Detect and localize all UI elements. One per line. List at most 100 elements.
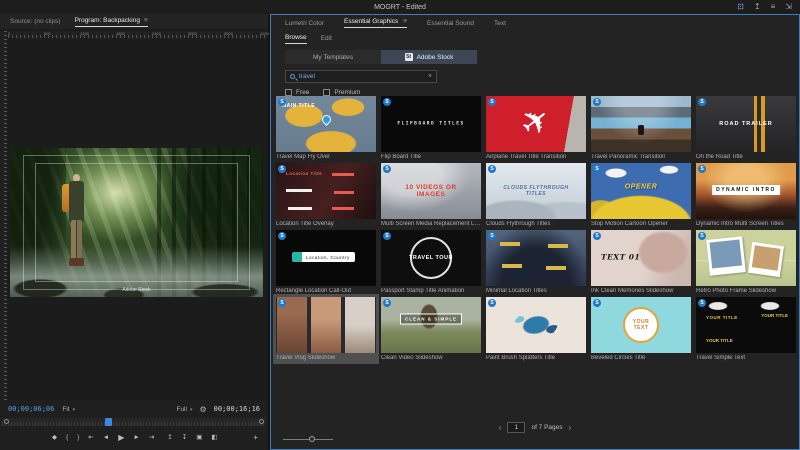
- button-editor-icon[interactable]: +: [253, 433, 258, 442]
- current-timecode[interactable]: 00;00;06;06: [8, 405, 54, 413]
- checkbox-icon[interactable]: [285, 89, 292, 96]
- template-title: Retro Photo Frame Slideshow: [696, 288, 796, 294]
- template-art-text: MAIN TITLE: [282, 103, 315, 109]
- template-thumbnail[interactable]: S: [276, 297, 376, 353]
- monitor-controls: 00;00;06;06 Fit▾ Full▾ ⚙ 00;00;16;16 ◆{}…: [0, 400, 268, 450]
- template-thumbnail[interactable]: S: [486, 96, 586, 152]
- template-item[interactable]: STEXT 01Ink Clean Memories Slideshow: [591, 230, 691, 294]
- playhead[interactable]: [105, 418, 112, 426]
- template-thumbnail[interactable]: SYOUR TITLE: [696, 297, 796, 353]
- template-thumbnail[interactable]: S: [696, 230, 796, 286]
- tab-browse[interactable]: Browse: [285, 34, 307, 44]
- template-thumbnail[interactable]: S: [486, 230, 586, 286]
- extract-icon[interactable]: ↧: [182, 433, 187, 441]
- template-title: On the Road Title: [696, 154, 796, 160]
- panel-tab-lumetri-color[interactable]: Lumetri Color: [285, 20, 324, 27]
- template-item[interactable]: SLocation TitleLocation Title Overlay: [276, 163, 376, 227]
- template-thumbnail[interactable]: SROAD TRAILER: [696, 96, 796, 152]
- template-thumbnail[interactable]: SLocation, Country: [276, 230, 376, 286]
- list-icon[interactable]: ≡: [771, 0, 776, 14]
- template-art-text: CLEAN & SIMPLE: [400, 314, 462, 325]
- template-thumbnail[interactable]: STEXT 01: [591, 230, 691, 286]
- fullscreen-icon[interactable]: ⇲: [785, 0, 792, 14]
- monitor-tab-0[interactable]: Source: (no clips): [10, 18, 61, 25]
- slider-handle[interactable]: [309, 436, 315, 442]
- free-filter-checkbox[interactable]: Free: [285, 89, 309, 96]
- thumbnail-size-slider[interactable]: [283, 436, 333, 443]
- playback-resolution-dropdown[interactable]: Full▾: [176, 406, 192, 413]
- tab-edit[interactable]: Edit: [321, 35, 332, 42]
- checkbox-icon[interactable]: [323, 89, 330, 96]
- export-frame-icon[interactable]: ▣: [196, 433, 202, 441]
- clear-search-icon[interactable]: ×: [428, 73, 432, 80]
- step-back-icon[interactable]: ◄: [103, 434, 109, 441]
- my-templates-button[interactable]: My Templates: [285, 50, 381, 64]
- template-thumbnail[interactable]: SMAIN TITLE: [276, 96, 376, 152]
- template-item[interactable]: SFLIPBOARD TITLESFlip Board Title: [381, 96, 481, 160]
- template-thumbnail[interactable]: S10 VIDEOS OR IMAGES: [381, 163, 481, 219]
- premium-filter-checkbox[interactable]: Premium: [323, 89, 360, 96]
- template-thumbnail[interactable]: SLocation Title: [276, 163, 376, 219]
- template-item[interactable]: SCLOUDS FLYTHROUGH TITLESClouds Flythrou…: [486, 163, 586, 227]
- transport-controls: ◆ {} ⇤ ◄ ▶ ► ⇥ ↥ ↧ ▣ ◧ +: [0, 426, 268, 448]
- template-thumbnail[interactable]: STRAVEL TOUR: [381, 230, 481, 286]
- panel-menu-icon[interactable]: ≡: [403, 18, 407, 25]
- template-thumbnail[interactable]: SCLOUDS FLYTHROUGH TITLES: [486, 163, 586, 219]
- template-thumbnail[interactable]: S: [486, 297, 586, 353]
- template-item[interactable]: SMAIN TITLETravel Map Fly Over: [276, 96, 376, 160]
- go-to-in-icon[interactable]: ⇤: [88, 433, 93, 441]
- template-item[interactable]: SYOUR TITLETravel Simple Text: [696, 297, 796, 361]
- template-item[interactable]: SYOUR TEXT Beveled Circles Title: [591, 297, 691, 361]
- adobe-stock-badge: S: [488, 165, 496, 173]
- template-item[interactable]: S Retro Photo Frame Slideshow: [696, 230, 796, 294]
- panel-menu-icon[interactable]: ≡: [144, 17, 148, 24]
- mark-in-icon[interactable]: {: [66, 434, 68, 441]
- template-thumbnail[interactable]: SOPENER: [591, 163, 691, 219]
- add-marker-icon[interactable]: ◆: [52, 433, 57, 441]
- search-input[interactable]: travel ×: [285, 70, 437, 83]
- lift-icon[interactable]: ↥: [167, 433, 172, 441]
- template-item[interactable]: SAirplane Travel Title Transition: [486, 96, 586, 160]
- adobe-stock-button[interactable]: StAdobe Stock: [381, 50, 477, 64]
- next-page-icon[interactable]: ›: [569, 423, 572, 432]
- template-thumbnail[interactable]: SCLEAN & SIMPLE: [381, 297, 481, 353]
- template-item[interactable]: STravel Vlog Slideshow: [276, 297, 376, 361]
- quick-export-icon[interactable]: ↥: [754, 0, 761, 14]
- template-item[interactable]: SCLEAN & SIMPLEClean Video Slideshow: [381, 297, 481, 361]
- template-art-text: YOUR TITLE: [706, 315, 738, 320]
- mark-out-icon[interactable]: }: [77, 434, 79, 441]
- monitor-tab-1[interactable]: Program: Backpacking≡: [75, 17, 148, 27]
- timeline-scrubber[interactable]: [2, 418, 266, 426]
- go-to-out-icon[interactable]: ⇥: [149, 433, 154, 441]
- program-monitor-panel: Source: (no clips)Program: Backpacking≡ …: [0, 14, 268, 450]
- settings-wrench-icon[interactable]: ⚙: [199, 405, 206, 414]
- template-item[interactable]: STRAVEL TOURPassport Stamp Title Animati…: [381, 230, 481, 294]
- search-value[interactable]: travel: [299, 73, 424, 80]
- template-item[interactable]: SLocation, CountryRectangle Location Cal…: [276, 230, 376, 294]
- template-title: Multi Screen Media Replacement Light Lea…: [381, 221, 481, 227]
- panel-tab-text[interactable]: Text: [494, 20, 506, 27]
- template-thumbnail[interactable]: S: [591, 96, 691, 152]
- prev-page-icon[interactable]: ‹: [499, 423, 502, 432]
- panel-tab-essential-sound[interactable]: Essential Sound: [427, 20, 474, 27]
- page-number-input[interactable]: 1: [507, 422, 525, 433]
- template-item[interactable]: SROAD TRAILER On the Road Title: [696, 96, 796, 160]
- template-item[interactable]: S10 VIDEOS OR IMAGES Multi Screen Media R…: [381, 163, 481, 227]
- template-item[interactable]: SPaint Brush Splatters Title: [486, 297, 586, 361]
- step-forward-icon[interactable]: ►: [133, 434, 139, 441]
- template-title: Beveled Circles Title: [591, 355, 691, 361]
- comparison-view-icon[interactable]: ◧: [211, 433, 217, 441]
- title-safe-margin: [35, 163, 237, 282]
- template-item[interactable]: SDYNAMIC INTRODynamic Intro Multi Screen…: [696, 163, 796, 227]
- program-video-preview[interactable]: Adobe Stock: [10, 148, 263, 297]
- template-thumbnail[interactable]: SFLIPBOARD TITLES: [381, 96, 481, 152]
- play-icon[interactable]: ▶: [118, 433, 124, 442]
- template-item[interactable]: STravel Panoramic Transition: [591, 96, 691, 160]
- panel-tab-essential-graphics[interactable]: Essential Graphics≡: [344, 18, 407, 28]
- zoom-level-dropdown[interactable]: Fit▾: [62, 406, 75, 413]
- template-item[interactable]: SOPENERStop Motion Cartoon Opener: [591, 163, 691, 227]
- template-thumbnail[interactable]: SYOUR TEXT: [591, 297, 691, 353]
- template-thumbnail[interactable]: SDYNAMIC INTRO: [696, 163, 796, 219]
- workspace-icon[interactable]: ⊡: [737, 0, 744, 14]
- template-item[interactable]: SMinimal Location Titles: [486, 230, 586, 294]
